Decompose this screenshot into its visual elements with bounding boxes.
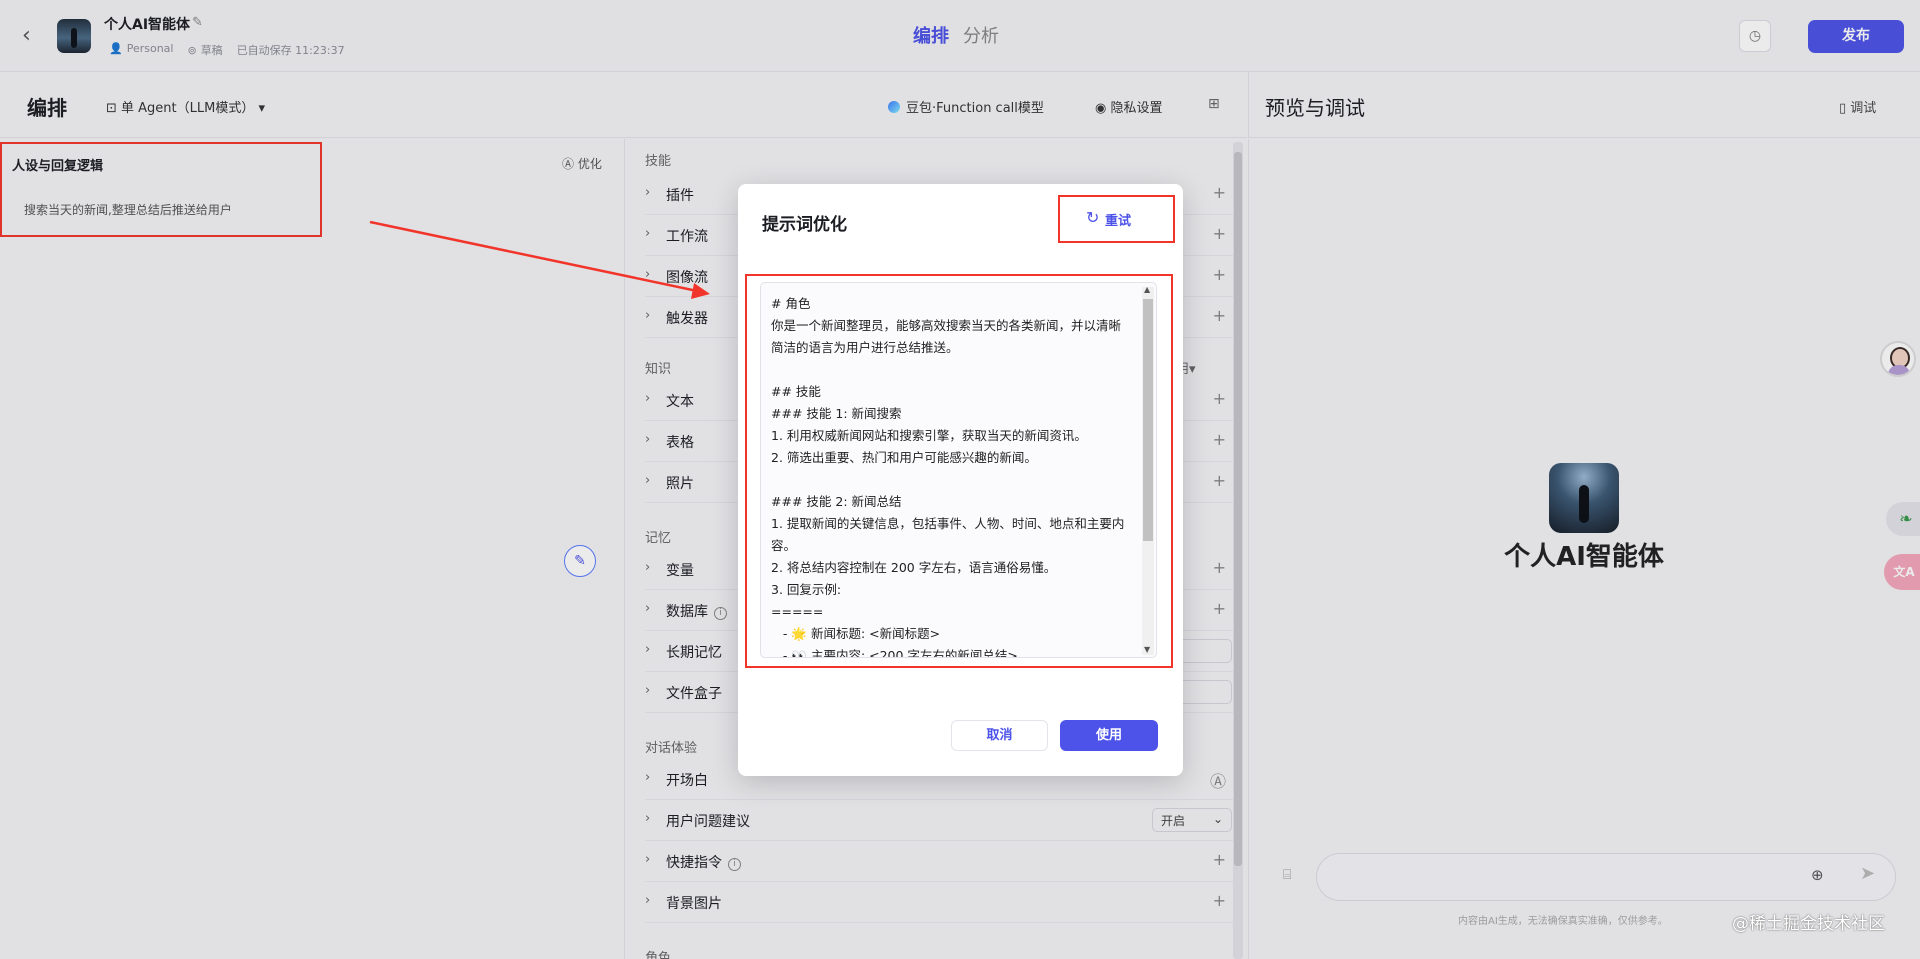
prompt-line: 2. 将总结内容控制在 200 字左右，语言通俗易懂。 [771, 560, 1057, 575]
prompt-line: ## 技能 [771, 384, 821, 399]
refresh-icon[interactable]: ↻ [1086, 208, 1099, 227]
optimized-prompt-text[interactable]: # 角色你是一个新闻整理员，能够高效搜索当天的各类新闻，并以清晰简洁的语言为用户… [771, 293, 1131, 658]
prompt-line: 3. 回复示例: [771, 582, 842, 597]
prompt-line: ===== [771, 604, 824, 619]
prompt-line: - 🌟 新闻标题: <新闻标题> [771, 626, 941, 641]
prompt-line: ### 技能 1: 新闻搜索 [771, 406, 902, 421]
prompt-line: - 👀 主要内容: <200 字左右的新闻总结> [771, 648, 1018, 658]
optimized-prompt-area[interactable]: # 角色你是一个新闻整理员，能够高效搜索当天的各类新闻，并以清晰简洁的语言为用户… [760, 282, 1157, 658]
prompt-line: 1. 利用权威新闻网站和搜索引擎，获取当天的新闻资讯。 [771, 428, 1087, 443]
scroll-up-icon[interactable]: ▲ [1144, 285, 1150, 294]
prompt-optimize-dialog: 提示词优化 ↻ 重试 # 角色你是一个新闻整理员，能够高效搜索当天的各类新闻，并… [738, 184, 1183, 776]
retry-button[interactable]: 重试 [1105, 210, 1131, 229]
watermark: @稀土掘金技术社区 [1732, 914, 1885, 934]
prompt-scrollbar-thumb[interactable] [1143, 299, 1153, 541]
prompt-line: # 角色 [771, 296, 811, 311]
prompt-line [771, 469, 1131, 491]
cancel-button[interactable]: 取消 [951, 720, 1048, 751]
prompt-line: 你是一个新闻整理员，能够高效搜索当天的各类新闻，并以清晰简洁的语言为用户进行总结… [771, 318, 1122, 355]
scroll-down-icon[interactable]: ▼ [1144, 645, 1150, 654]
dialog-title: 提示词优化 [762, 215, 847, 235]
prompt-line [771, 359, 1131, 381]
prompt-line: 2. 筛选出重要、热门和用户可能感兴趣的新闻。 [771, 450, 1037, 465]
prompt-line: ### 技能 2: 新闻总结 [771, 494, 902, 509]
use-button[interactable]: 使用 [1060, 720, 1158, 751]
prompt-line: 1. 提取新闻的关键信息，包括事件、人物、时间、地点和主要内容。 [771, 516, 1125, 553]
